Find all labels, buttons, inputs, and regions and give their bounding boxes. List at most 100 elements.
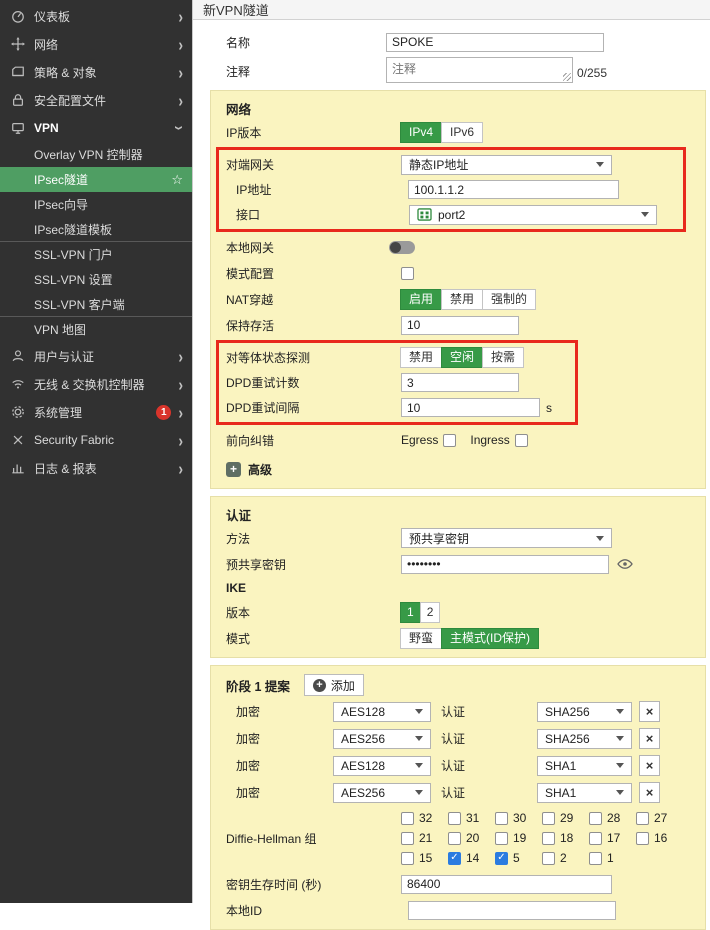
authentication-label: 认证 [441, 757, 537, 774]
comments-label: 注释 [226, 57, 386, 80]
keepalive-label: 保持存活 [226, 317, 401, 334]
sidebar-subitem-ipsec-templates[interactable]: IPsec隧道模板 [0, 217, 192, 242]
chevron-right-icon: › [178, 458, 183, 478]
sidebar-subitem-sslvpn-clients[interactable]: SSL-VPN 客户端 [0, 292, 192, 317]
dpd-retry-interval-input[interactable] [401, 398, 540, 417]
method-select[interactable]: 预共享密钥 [401, 528, 612, 548]
method-label: 方法 [226, 530, 401, 547]
encryption-select[interactable]: AES128 [333, 702, 431, 722]
expand-plus-icon: + [226, 462, 241, 477]
authentication-select[interactable]: SHA256 [537, 729, 632, 749]
dh-checkbox-30[interactable] [495, 812, 508, 825]
dpd-retry-count-input[interactable] [401, 373, 519, 392]
dh-checkbox-18[interactable] [542, 832, 555, 845]
sidebar-item-system[interactable]: 系统管理 1 › [0, 398, 192, 426]
dh-checkbox-15[interactable] [401, 852, 414, 865]
encryption-select[interactable]: AES256 [333, 783, 431, 803]
sidebar-subitem-sslvpn-portals[interactable]: SSL-VPN 门户 [0, 242, 192, 267]
local-gateway-toggle[interactable] [389, 241, 415, 254]
authentication-section-title: 认证 [226, 503, 689, 525]
authentication-section: 认证 方法 预共享密钥 预共享密钥 IKE 版本 1 2 模式 野蛮 主 [210, 496, 706, 658]
encryption-select[interactable]: AES256 [333, 729, 431, 749]
remove-proposal-button[interactable]: × [639, 755, 660, 776]
dh-checkbox-20[interactable] [448, 832, 461, 845]
segment-dpd-on-idle[interactable]: 空闲 [441, 347, 483, 368]
ike-subheading: IKE [226, 577, 689, 599]
dh-group-row: Diffie-Hellman 组 32 31 30 29 28 27 21 20… [226, 809, 689, 867]
authentication-select[interactable]: SHA1 [537, 756, 632, 776]
sidebar-item-log-report[interactable]: 日志 & 报表 › [0, 454, 192, 482]
mode-config-checkbox[interactable] [401, 267, 414, 280]
dpd-retry-count-label: DPD重试计数 [226, 374, 401, 391]
sidebar-item-dashboard[interactable]: 仪表板 › [0, 2, 192, 30]
sidebar-subitem-vpn-map[interactable]: VPN 地图 [0, 317, 192, 342]
monitor-icon [10, 121, 25, 136]
encryption-label: 加密 [236, 703, 333, 720]
segment-dpd-on-demand[interactable]: 按需 [482, 347, 524, 368]
main-content: 新VPN隧道 名称 注释 0/255 网络 IP版本 IPv4 IPv6 [192, 0, 710, 903]
fec-egress-label: Egress [401, 433, 438, 447]
encryption-select[interactable]: AES128 [333, 756, 431, 776]
sidebar-item-wifi-switch[interactable]: 无线 & 交换机控制器 › [0, 370, 192, 398]
sidebar-item-security-profiles[interactable]: 安全配置文件 › [0, 86, 192, 114]
show-password-eye-icon[interactable] [617, 558, 633, 570]
remove-proposal-button[interactable]: × [639, 782, 660, 803]
dh-checkbox-32[interactable] [401, 812, 414, 825]
segment-main-mode[interactable]: 主模式(ID保护) [441, 628, 539, 649]
dh-checkbox-29[interactable] [542, 812, 555, 825]
dh-checkbox-14[interactable] [448, 852, 461, 865]
local-id-input[interactable] [408, 901, 616, 920]
dh-checkbox-19[interactable] [495, 832, 508, 845]
keepalive-input[interactable] [401, 316, 519, 335]
dh-checkbox-5[interactable] [495, 852, 508, 865]
dh-checkbox-31[interactable] [448, 812, 461, 825]
dh-checkbox-28[interactable] [589, 812, 602, 825]
dh-checkbox-1[interactable] [589, 852, 602, 865]
segment-ike-v1[interactable]: 1 [400, 602, 421, 623]
add-proposal-button[interactable]: + 添加 [304, 674, 364, 696]
sidebar-subitem-sslvpn-settings[interactable]: SSL-VPN 设置 [0, 267, 192, 292]
segment-ipv4[interactable]: IPv4 [400, 122, 442, 143]
comments-textarea[interactable] [386, 57, 573, 83]
close-icon: × [646, 758, 654, 773]
sidebar-item-security-fabric[interactable]: Security Fabric › [0, 426, 192, 454]
segment-forced[interactable]: 强制的 [482, 289, 536, 310]
authentication-select[interactable]: SHA256 [537, 702, 632, 722]
remote-gateway-select[interactable]: 静态IP地址 [401, 155, 612, 175]
dpd-segmented: 禁用 空闲 按需 [401, 347, 524, 368]
dh-checkbox-16[interactable] [636, 832, 649, 845]
ip-address-input[interactable] [408, 180, 619, 199]
segment-ike-v2[interactable]: 2 [420, 602, 441, 623]
advanced-expander[interactable]: + 高级 [226, 456, 689, 482]
segment-aggressive[interactable]: 野蛮 [400, 628, 442, 649]
sidebar-item-users-auth[interactable]: 用户与认证 › [0, 342, 192, 370]
favorite-star-icon[interactable]: ☆ [171, 172, 183, 188]
remove-proposal-button[interactable]: × [639, 728, 660, 749]
dh-checkbox-17[interactable] [589, 832, 602, 845]
ike-mode-segmented: 野蛮 主模式(ID保护) [401, 628, 539, 649]
segment-ipv6[interactable]: IPv6 [441, 122, 483, 143]
segment-dpd-disable[interactable]: 禁用 [400, 347, 442, 368]
sidebar-subitem-ipsec-tunnels[interactable]: IPsec隧道 ☆ [0, 167, 192, 192]
sidebar-subitem-overlay-vpn[interactable]: Overlay VPN 控制器 [0, 142, 192, 167]
segment-disable[interactable]: 禁用 [441, 289, 483, 310]
sidebar-item-network[interactable]: 网络 › [0, 30, 192, 58]
chevron-down-icon [596, 536, 604, 541]
sidebar-item-vpn[interactable]: VPN › [0, 114, 192, 142]
fec-ingress-checkbox[interactable] [515, 434, 528, 447]
authentication-select[interactable]: SHA1 [537, 783, 632, 803]
fec-egress-checkbox[interactable] [443, 434, 456, 447]
dh-checkbox-21[interactable] [401, 832, 414, 845]
dh-checkbox-2[interactable] [542, 852, 555, 865]
psk-input[interactable] [401, 555, 609, 574]
key-lifetime-input[interactable] [401, 875, 612, 894]
interface-select[interactable]: port2 [409, 205, 657, 225]
segment-enable[interactable]: 启用 [400, 289, 442, 310]
sidebar-item-policy-objects[interactable]: 策略 & 对象 › [0, 58, 192, 86]
resize-handle-icon[interactable] [563, 73, 571, 81]
dh-checkbox-27[interactable] [636, 812, 649, 825]
chevron-right-icon: › [178, 34, 183, 54]
sidebar-subitem-ipsec-wizard[interactable]: IPsec向导 [0, 192, 192, 217]
name-input[interactable] [386, 33, 604, 52]
remove-proposal-button[interactable]: × [639, 701, 660, 722]
